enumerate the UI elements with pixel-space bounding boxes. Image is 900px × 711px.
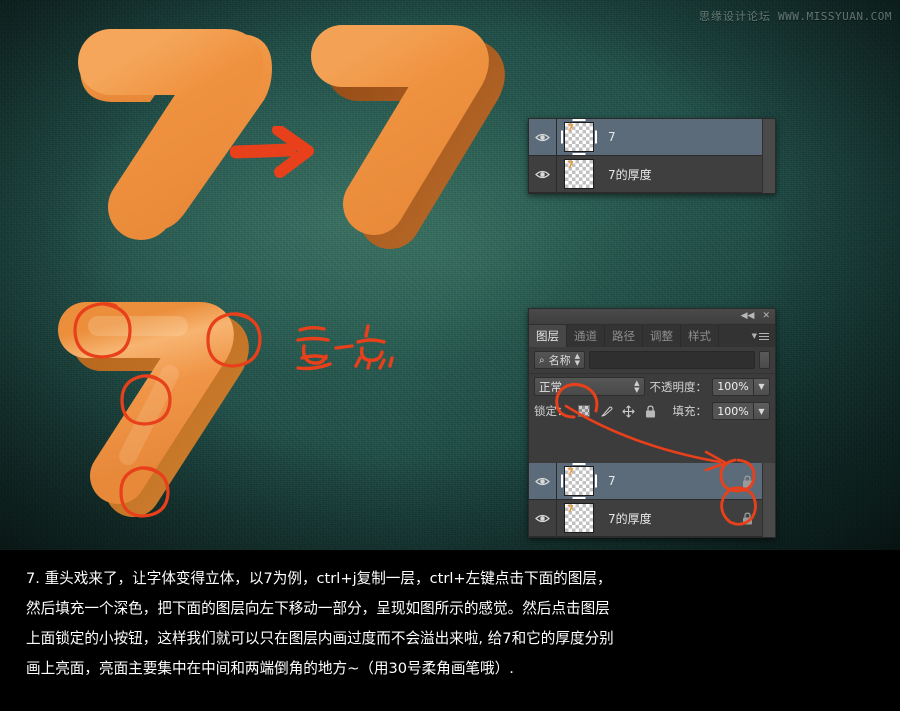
lock-options: [574, 404, 661, 418]
hamburger-icon: [759, 331, 769, 342]
filter-enable-toggle[interactable]: [759, 351, 770, 369]
panel-tabs: 图层 通道 路径 调整 样式 ▼: [529, 325, 775, 347]
layer-name[interactable]: 7: [601, 130, 762, 144]
table-row[interactable]: 7 7: [529, 463, 762, 500]
image-canvas: 7 7 7 7的厚度 ◀◀ ✕ 图层 通道 路径 调整 样式 ▼ ⌕ 名称 ▲ …: [0, 0, 900, 550]
panel-titlebar: ◀◀ ✕: [529, 309, 775, 325]
opacity-value[interactable]: 100%: [712, 377, 754, 396]
panel-scrollbar[interactable]: [762, 119, 775, 193]
fill-stepper[interactable]: 100% ▼: [712, 402, 770, 420]
chevron-down-icon: ▼: [751, 332, 757, 340]
lock-icon: [742, 475, 752, 487]
watermark-url: WWW.MISSYUAN.COM: [778, 9, 892, 23]
layer-lock-indicator[interactable]: [732, 475, 762, 488]
layer-thumbnail: 7: [564, 503, 594, 533]
layers-list-top: 7 7 7 7的厚度: [529, 119, 775, 193]
close-icon[interactable]: ✕: [762, 312, 770, 321]
brush-icon[interactable]: [600, 405, 613, 418]
layer-thumbnail-cell[interactable]: 7: [557, 159, 601, 189]
layer-visibility-toggle[interactable]: [529, 119, 557, 155]
layers-panel-full[interactable]: ◀◀ ✕ 图层 通道 路径 调整 样式 ▼ ⌕ 名称 ▲ ▼ 正常 ▲ ▼ 不透…: [528, 308, 776, 538]
opacity-stepper[interactable]: 100% ▼: [712, 377, 770, 396]
filter-kind-label: 名称: [548, 354, 571, 367]
panel-scrollbar[interactable]: [762, 463, 775, 537]
tab-styles[interactable]: 样式: [681, 325, 719, 347]
table-row[interactable]: 7 7: [529, 119, 762, 156]
eye-icon: [535, 514, 550, 522]
caption-line-1: 7. 重头戏来了，让字体变得立体，以7为例，ctrl+j复制一层，ctrl+左键…: [26, 570, 612, 587]
search-icon: ⌕: [539, 354, 545, 366]
layer-visibility-toggle[interactable]: [529, 500, 557, 536]
filter-input[interactable]: [589, 351, 755, 369]
layers-list-full: 7 7 7 7的厚度: [529, 463, 775, 537]
layer-filter-row: ⌕ 名称 ▲ ▼: [529, 347, 775, 374]
layer-name[interactable]: 7的厚度: [601, 510, 732, 527]
collapse-icon[interactable]: ◀◀: [741, 312, 755, 321]
panel-menu-button[interactable]: ▼: [746, 325, 775, 347]
eye-icon: [535, 133, 550, 141]
lock-label: 锁定：: [534, 404, 569, 418]
layer-thumbnail-cell[interactable]: 7: [557, 466, 601, 496]
lock-row: 锁定： 填充： 100% ▼: [529, 399, 775, 423]
layer-name[interactable]: 7: [601, 474, 732, 488]
digit-seven-extruded: [311, 20, 522, 250]
layer-thumbnail-cell[interactable]: 7: [557, 503, 601, 533]
layer-visibility-toggle[interactable]: [529, 156, 557, 192]
caption-line-4: 画上亮面，亮面主要集中在中间和两端倒角的地方~（用30号柔角画笔哦）.: [26, 660, 514, 677]
thumbnail-digit: 7: [567, 123, 574, 134]
layer-visibility-toggle[interactable]: [529, 463, 557, 499]
tab-layers[interactable]: 图层: [529, 325, 567, 347]
thumbnail-digit: 7: [567, 467, 574, 478]
chevron-updown-icon: ▲ ▼: [634, 378, 640, 394]
watermark-site-name: 思缘设计论坛: [699, 10, 772, 23]
panel-spacer: [529, 423, 775, 463]
eye-icon: [535, 170, 550, 178]
fill-label: 填充：: [672, 404, 708, 418]
opacity-label: 不透明度：: [649, 379, 708, 394]
table-row[interactable]: 7 7的厚度: [529, 500, 762, 537]
table-row[interactable]: 7 7的厚度: [529, 156, 762, 193]
handwritten-note-liangdian: [292, 318, 402, 380]
blend-mode-select[interactable]: 正常 ▲ ▼: [534, 377, 645, 396]
lock-icon: [742, 512, 752, 524]
tab-paths[interactable]: 路径: [605, 325, 643, 347]
layers-panel-top[interactable]: 7 7 7 7的厚度: [528, 118, 776, 194]
thumbnail-digit: 7: [567, 504, 574, 515]
eye-icon: [535, 477, 550, 485]
caption-block: 7. 重头戏来了，让字体变得立体，以7为例，ctrl+j复制一层，ctrl+左键…: [0, 550, 900, 711]
blend-mode-value: 正常: [539, 379, 562, 394]
chevron-down-icon[interactable]: ▼: [754, 377, 770, 396]
caption-line-3: 上面锁定的小按钮，这样我们就可以只在图层内画过度而不会溢出来啦, 给7和它的厚度…: [26, 630, 614, 647]
digit-seven-flat-shape: [66, 22, 296, 247]
tab-channels[interactable]: 通道: [567, 325, 605, 347]
lock-icon[interactable]: [644, 405, 657, 418]
move-icon[interactable]: [621, 404, 635, 418]
layer-lock-indicator[interactable]: [732, 512, 762, 525]
chevron-down-icon[interactable]: ▼: [754, 402, 770, 420]
layer-thumbnail: 7: [564, 159, 594, 189]
filter-kind-select[interactable]: ⌕ 名称 ▲ ▼: [534, 351, 585, 369]
chevron-updown-icon: ▲ ▼: [574, 352, 580, 367]
tutorial-screenshot: 7 7 7 7的厚度 ◀◀ ✕ 图层 通道 路径 调整 样式 ▼ ⌕ 名称 ▲ …: [0, 0, 900, 711]
caption-line-2: 然后填充一个深色，把下面的图层向左下移动一部分，呈现如图所示的感觉。然后点击图层: [26, 600, 610, 617]
watermark: 思缘设计论坛 WWW.MISSYUAN.COM: [699, 8, 892, 24]
tab-adjustments[interactable]: 调整: [643, 325, 681, 347]
transparency-checker-icon[interactable]: [578, 405, 591, 418]
thumbnail-digit: 7: [567, 160, 574, 171]
layer-thumbnail-cell[interactable]: 7: [557, 122, 601, 152]
fill-value[interactable]: 100%: [712, 402, 754, 420]
layer-thumbnail: 7: [564, 466, 594, 496]
layer-thumbnail: 7: [564, 122, 594, 152]
blend-mode-row: 正常 ▲ ▼ 不透明度： 100% ▼: [529, 374, 775, 399]
layer-name[interactable]: 7的厚度: [601, 166, 762, 183]
digit-seven-shaded: [58, 296, 288, 521]
